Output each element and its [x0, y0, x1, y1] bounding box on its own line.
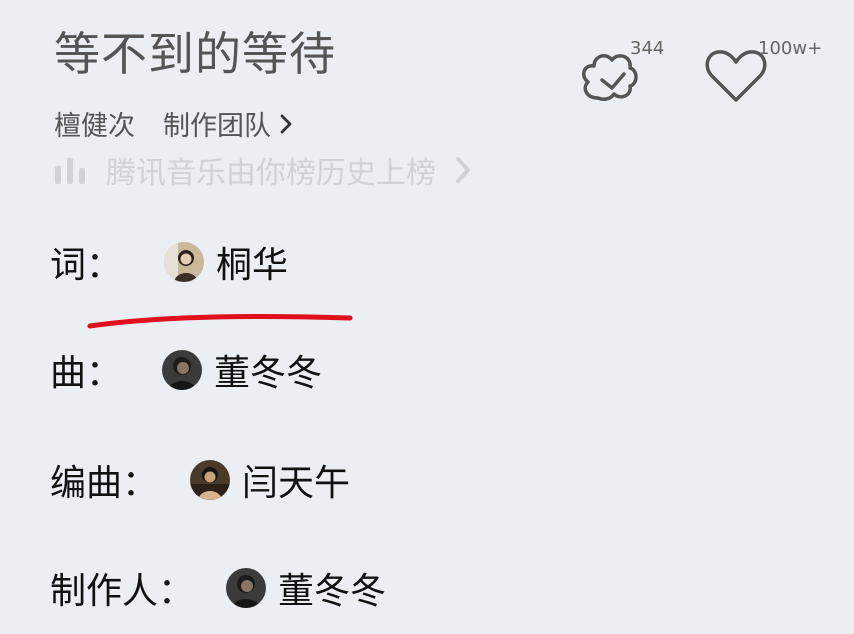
dark-portrait-avatar[interactable] [162, 350, 203, 390]
red-annotation-underline [87, 313, 353, 329]
song-title: 等不到的等待 [54, 27, 336, 81]
credit-arranger: 编曲： 闫天午 [50, 454, 350, 506]
chevron-right-icon [280, 114, 292, 133]
credit-composer: 曲： 董冬冬 [50, 344, 322, 396]
credit-role: 编曲： [50, 463, 159, 504]
credit-role: 曲： [50, 353, 123, 394]
dark-portrait-avatar[interactable] [226, 568, 267, 608]
bar-chart-icon [55, 158, 85, 184]
credit-role: 词： [50, 245, 123, 286]
singer-link[interactable]: 檀健次 [54, 104, 135, 143]
action-bar: 344 100w+ [578, 38, 838, 108]
comment-button[interactable]: 344 [578, 38, 698, 108]
chart-history-label: 腾讯音乐由你榜历史上榜 [106, 156, 436, 191]
credit-person-link[interactable]: 闫天午 [242, 454, 350, 506]
chart-history-link[interactable]: 腾讯音乐由你榜历史上榜 [54, 148, 472, 192]
credit-person-link[interactable]: 桐华 [216, 236, 288, 288]
portrait-avatar[interactable] [190, 460, 231, 500]
credit-lyricist: 词： 桐华 [50, 236, 288, 288]
credit-role: 制作人： [50, 571, 195, 612]
comment-count: 344 [630, 38, 665, 59]
song-meta: 檀健次 制作团队 [54, 104, 293, 143]
like-count: 100w+ [758, 38, 823, 59]
like-button[interactable]: 100w+ [704, 38, 824, 108]
chevron-right-icon [456, 157, 470, 183]
production-team-link[interactable]: 制作团队 [163, 104, 293, 143]
production-team-label: 制作团队 [163, 111, 271, 142]
credit-person-link[interactable]: 董冬冬 [214, 344, 322, 396]
credit-person-link[interactable]: 董冬冬 [278, 562, 386, 614]
credit-producer: 制作人： 董冬冬 [50, 562, 386, 614]
woman-photo-avatar[interactable] [164, 242, 205, 282]
